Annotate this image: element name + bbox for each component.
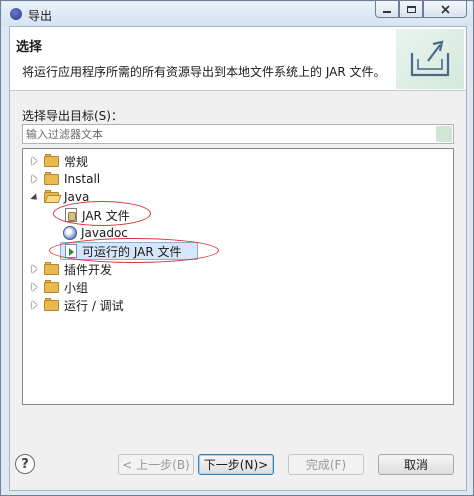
tree-item-runnable-jar[interactable]: 可运行的 JAR 文件 <box>63 242 182 260</box>
cancel-button[interactable]: 取消 <box>378 454 454 475</box>
tree-item-plugin-dev[interactable]: 插件开发 <box>30 260 112 278</box>
runnable-jar-icon <box>65 244 77 258</box>
wizard-page-description: 将运行应用程序所需的所有资源导出到本地文件系统上的 JAR 文件。 <box>22 65 386 79</box>
filter-field[interactable] <box>22 124 454 144</box>
filter-clear-icon[interactable] <box>436 126 452 142</box>
tree-item-label: Java <box>64 190 90 204</box>
expand-arrow-icon[interactable] <box>30 174 40 184</box>
tree-item-jar-file[interactable]: JAR 文件 <box>63 206 130 224</box>
window-title: 导出 <box>28 9 53 23</box>
jar-file-icon <box>65 208 77 222</box>
filter-text-input[interactable] <box>23 125 435 143</box>
export-target-label: 选择导出目标(S)： <box>22 109 123 123</box>
close-button[interactable] <box>423 1 467 18</box>
folder-icon <box>44 172 60 185</box>
export-icon <box>410 40 450 77</box>
maximize-icon <box>406 5 416 13</box>
tree-item-install[interactable]: Install <box>30 170 100 188</box>
minimize-button[interactable] <box>375 1 399 18</box>
folder-icon <box>44 298 60 311</box>
export-wizard-tree[interactable]: 常规 Install Java JAR 文件 Javadoc 可运行的 JAR … <box>22 148 454 405</box>
banner-graphic <box>396 29 464 89</box>
tree-item-run-debug[interactable]: 运行 / 调试 <box>30 296 124 314</box>
tree-item-label: 小组 <box>64 280 89 295</box>
close-icon <box>440 4 450 14</box>
tree-item-label: 常规 <box>64 154 89 169</box>
tree-item-label: JAR 文件 <box>82 208 130 223</box>
javadoc-icon <box>63 226 77 240</box>
expand-arrow-icon[interactable] <box>30 282 40 292</box>
finish-button[interactable]: 完成(F) <box>288 454 364 475</box>
tree-item-label: 可运行的 JAR 文件 <box>82 244 182 259</box>
wizard-page-title: 选择 <box>16 40 43 55</box>
minimize-icon <box>383 10 391 13</box>
next-button[interactable]: 下一步(N)> <box>198 454 274 475</box>
tree-item-general[interactable]: 常规 <box>30 152 88 170</box>
maximize-button[interactable] <box>399 1 423 18</box>
tree-item-label: Javadoc <box>81 226 128 240</box>
expand-arrow-icon[interactable] <box>30 156 40 166</box>
tree-item-label: 运行 / 调试 <box>64 298 124 313</box>
expand-arrow-icon[interactable] <box>30 264 40 274</box>
folder-icon <box>44 154 60 167</box>
wizard-banner: 选择 将运行应用程序所需的所有资源导出到本地文件系统上的 JAR 文件。 <box>10 27 466 91</box>
tree-item-label: 插件开发 <box>64 262 113 277</box>
tree-item-java[interactable]: Java <box>30 188 89 206</box>
collapse-arrow-icon[interactable] <box>30 192 40 202</box>
back-button[interactable]: < 上一步(B) <box>118 454 194 475</box>
eclipse-icon <box>10 8 22 20</box>
tree-item-label: Install <box>64 172 101 186</box>
export-dialog: 导出 选择 将运行应用程序所需的所有资源导出到本地文件系统上的 JAR 文件。 … <box>0 0 474 496</box>
tree-item-team[interactable]: 小组 <box>30 278 88 296</box>
help-button[interactable]: ? <box>15 454 35 474</box>
expand-arrow-icon[interactable] <box>30 300 40 310</box>
folder-open-icon <box>44 190 62 203</box>
tree-item-javadoc[interactable]: Javadoc <box>63 224 128 242</box>
dialog-content: 选择 将运行应用程序所需的所有资源导出到本地文件系统上的 JAR 文件。 选择导… <box>9 26 467 491</box>
folder-icon <box>44 280 60 293</box>
folder-icon <box>44 262 60 275</box>
